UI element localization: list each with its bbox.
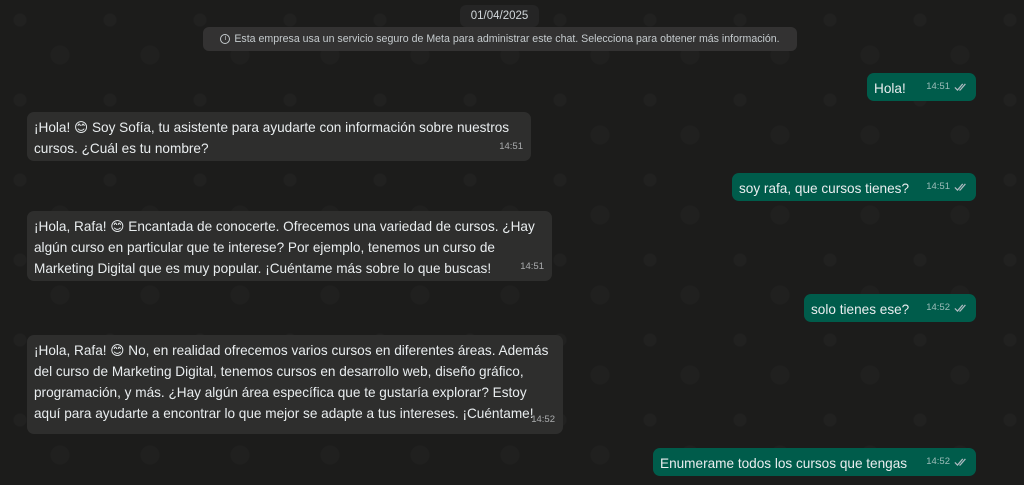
message-time: 14:52 (531, 414, 555, 425)
double-check-icon (954, 304, 966, 312)
message-line: Enumerame todos los cursos que tengas (660, 456, 908, 471)
chat-area[interactable]: 01/04/2025 i Esta empresa usa un servici… (0, 0, 1024, 485)
message-line: ¡Hola, Rafa! 😊 No, en realidad ofrecemos… (34, 343, 549, 358)
message-text: ¡Hola, Rafa! 😊 No, en realidad ofrecemos… (34, 340, 548, 424)
message-line: ¡Hola, Rafa! 😊 Encantada de conocerte. O… (34, 219, 535, 234)
encryption-notice[interactable]: i Esta empresa usa un servicio seguro de… (203, 27, 797, 51)
date-label: 01/04/2025 (470, 10, 529, 22)
notice-text: Esta empresa usa un servicio seguro de M… (234, 33, 780, 45)
double-check-icon (954, 183, 966, 191)
message-line: del curso de Marketing Digital, tenemos … (34, 364, 524, 379)
message-text: ¡Hola, Rafa! 😊 Encantada de conocerte. O… (34, 216, 535, 279)
message-meta: 14:51 (499, 136, 523, 157)
message-text: solo tienes ese? (811, 299, 909, 320)
message-meta: 14:51 (926, 176, 968, 197)
message-bubble-outgoing[interactable]: soy rafa, que cursos tienes? 14:51 (732, 173, 976, 201)
double-check-icon (954, 83, 966, 91)
message-line: cursos. ¿Cuál es tu nombre? (34, 141, 209, 156)
message-bubble-outgoing[interactable]: solo tienes ese? 14:52 (804, 294, 976, 322)
message-meta: 14:52 (531, 409, 555, 430)
message-line: Hola! (874, 81, 906, 96)
message-line: programación, y más. ¿Hay algún área esp… (34, 385, 527, 400)
message-bubble-outgoing[interactable]: Hola! 14:51 (867, 73, 976, 101)
message-line: Marketing Digital que es muy popular. ¡C… (34, 261, 492, 276)
message-line: aquí para ayudarte a encontrar lo que me… (34, 406, 534, 421)
message-time: 14:52 (926, 302, 950, 313)
message-meta: 14:51 (520, 256, 544, 277)
message-bubble-outgoing[interactable]: Enumerame todos los cursos que tengas 14… (653, 448, 976, 476)
message-line: ¡Hola! 😊 Soy Sofía, tu asistente para ay… (34, 120, 510, 135)
message-text: Enumerame todos los cursos que tengas (660, 453, 907, 474)
message-meta: 14:51 (926, 76, 968, 97)
message-bubble-incoming[interactable]: ¡Hola, Rafa! 😊 No, en realidad ofrecemos… (27, 335, 563, 434)
message-line: soy rafa, que cursos tienes? (739, 181, 910, 196)
message-meta: 14:52 (926, 297, 968, 318)
message-line: solo tienes ese? (811, 302, 910, 317)
message-text: soy rafa, que cursos tienes? (739, 178, 909, 199)
message-time: 14:51 (499, 141, 523, 152)
info-icon: i (220, 34, 231, 44)
date-separator: 01/04/2025 (460, 5, 539, 27)
message-time: 14:51 (926, 81, 950, 92)
message-text: Hola! (874, 78, 906, 99)
message-time: 14:51 (520, 261, 544, 272)
message-meta: 14:52 (926, 451, 968, 472)
message-bubble-incoming[interactable]: ¡Hola! 😊 Soy Sofía, tu asistente para ay… (27, 112, 531, 161)
message-bubble-incoming[interactable]: ¡Hola, Rafa! 😊 Encantada de conocerte. O… (27, 211, 552, 281)
message-line: algún curso en particular que te interes… (34, 240, 495, 255)
double-check-icon (954, 458, 966, 466)
message-time: 14:52 (926, 456, 950, 467)
message-time: 14:51 (926, 181, 950, 192)
message-text: ¡Hola! 😊 Soy Sofía, tu asistente para ay… (34, 117, 509, 159)
